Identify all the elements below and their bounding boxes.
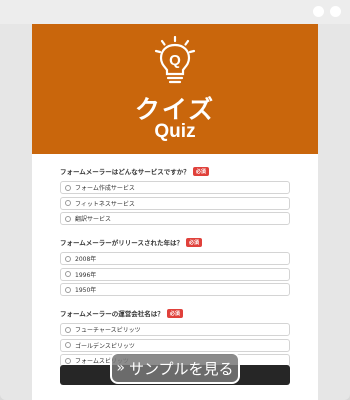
radio-button[interactable] bbox=[65, 200, 71, 206]
option-label: ゴールデンスピリッツ bbox=[75, 342, 135, 350]
radio-option[interactable]: 1950年 bbox=[60, 283, 290, 296]
option-label: 1996年 bbox=[75, 271, 97, 279]
radio-button[interactable] bbox=[65, 326, 71, 333]
radio-button[interactable] bbox=[65, 271, 71, 277]
radio-option[interactable]: ゴールデンスピリッツ bbox=[60, 338, 290, 352]
option-label: フューチャースピリッツ bbox=[75, 327, 141, 334]
required-badge: 必須 bbox=[166, 308, 183, 318]
radio-button[interactable] bbox=[65, 255, 71, 262]
option-label: 翻訳サービス bbox=[75, 216, 112, 223]
quiz-form-page: Q クイズ Quiz フォームメーラーはどんなサービスですか？ 必須 フォーム作… bbox=[32, 24, 318, 400]
question-label: フォームメーラーの運営会社名は？ bbox=[60, 310, 164, 318]
lightbulb-q-icon: Q bbox=[154, 36, 196, 84]
option-label: 2008年 bbox=[75, 256, 97, 263]
radio-option[interactable]: 1996年 bbox=[60, 267, 290, 281]
window-control-dot[interactable] bbox=[313, 6, 324, 17]
question-label: フォームメーラーがリリースされた年は？ bbox=[60, 239, 183, 247]
quiz-form: フォームメーラーはどんなサービスですか？ 必須 フォーム作成サービス フィットネ… bbox=[60, 164, 290, 377]
required-badge: 必須 bbox=[192, 166, 209, 176]
radio-option[interactable]: フォーム作成サービス bbox=[60, 181, 290, 194]
radio-button[interactable] bbox=[65, 286, 71, 293]
radio-button[interactable] bbox=[65, 215, 71, 222]
quiz-header: Q クイズ Quiz bbox=[32, 24, 318, 154]
radio-option[interactable]: 翻訳サービス bbox=[60, 212, 290, 225]
option-label: フォーム作成サービス bbox=[75, 185, 135, 192]
radio-button[interactable] bbox=[65, 357, 71, 364]
window-control-dot[interactable] bbox=[330, 6, 341, 17]
window-topbar bbox=[0, 0, 350, 24]
quiz-title-en: Quiz bbox=[154, 121, 196, 142]
radio-button[interactable] bbox=[65, 342, 71, 348]
radio-option[interactable]: 2008年 bbox=[60, 252, 290, 265]
radio-option[interactable]: フィットネスサービス bbox=[60, 196, 290, 210]
option-label: 1950年 bbox=[75, 287, 97, 294]
view-sample-label: サンプルを見る bbox=[129, 359, 234, 378]
option-label: フィットネスサービス bbox=[75, 200, 135, 208]
question-label: フォームメーラーはどんなサービスですか？ bbox=[60, 168, 190, 176]
radio-option[interactable]: フューチャースピリッツ bbox=[60, 323, 290, 336]
double-chevron-right-icon: » bbox=[116, 360, 125, 376]
svg-text:Q: Q bbox=[169, 52, 181, 69]
question-1: フォームメーラーはどんなサービスですか？ 必須 フォーム作成サービス フィットネ… bbox=[60, 164, 290, 225]
view-sample-button[interactable]: » サンプルを見る bbox=[110, 352, 240, 384]
required-badge: 必須 bbox=[185, 237, 202, 247]
window-frame: Q クイズ Quiz フォームメーラーはどんなサービスですか？ 必須 フォーム作… bbox=[0, 0, 350, 400]
radio-button[interactable] bbox=[65, 184, 71, 191]
question-2: フォームメーラーがリリースされた年は？ 必須 2008年 1996年 1950年 bbox=[60, 235, 290, 296]
